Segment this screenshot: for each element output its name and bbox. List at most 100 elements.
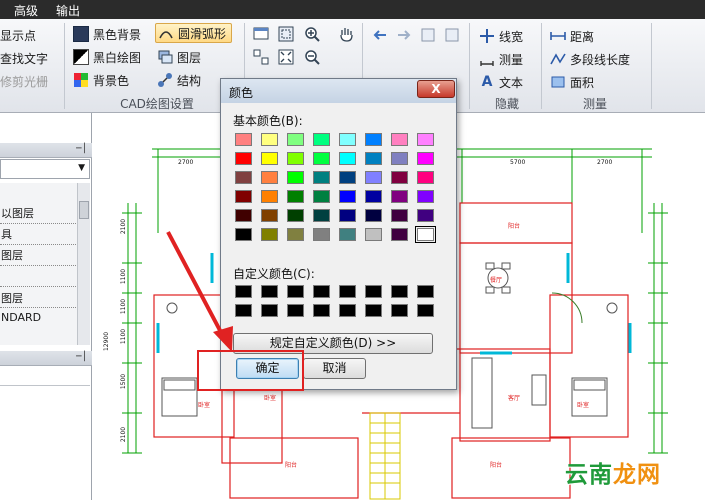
color-swatch[interactable]	[417, 190, 434, 203]
structure-button[interactable]: 结构	[157, 70, 201, 90]
color-swatch[interactable]	[261, 152, 278, 165]
list-item[interactable]: 图层	[0, 247, 76, 264]
color-swatch[interactable]	[391, 304, 408, 317]
list-item[interactable]: 具	[0, 226, 76, 243]
list-item[interactable]: NDARD	[0, 311, 76, 328]
color-swatch[interactable]	[417, 209, 434, 222]
pin-icon[interactable]: ─│	[76, 144, 87, 154]
color-swatch[interactable]	[313, 304, 330, 317]
color-swatch[interactable]	[287, 171, 304, 184]
color-swatch[interactable]	[313, 209, 330, 222]
color-swatch[interactable]	[339, 304, 356, 317]
scrollbar-thumb[interactable]	[79, 201, 89, 219]
forward-arrow-icon[interactable]	[396, 27, 412, 43]
color-swatch[interactable]	[339, 285, 356, 298]
layers-button[interactable]: 图层	[157, 47, 201, 67]
fit-view-icon[interactable]	[278, 49, 294, 65]
color-swatch[interactable]	[339, 133, 356, 146]
color-swatch[interactable]	[261, 133, 278, 146]
color-swatch[interactable]	[287, 152, 304, 165]
show-points-button[interactable]: 显示点	[0, 25, 36, 45]
color-swatch[interactable]	[415, 226, 436, 243]
pan-hand-icon[interactable]	[338, 26, 354, 42]
list-item[interactable]: 以图层	[0, 205, 76, 222]
color-swatch[interactable]	[313, 228, 330, 241]
pin-icon[interactable]: ─│	[76, 352, 87, 362]
color-swatch[interactable]	[287, 209, 304, 222]
color-swatch[interactable]	[261, 304, 278, 317]
color-swatch[interactable]	[287, 304, 304, 317]
area-button[interactable]: 面积	[550, 72, 594, 92]
color-swatch[interactable]	[261, 209, 278, 222]
undo-icon[interactable]	[420, 27, 436, 43]
color-swatch[interactable]	[391, 209, 408, 222]
smooth-arc-button[interactable]: 圆滑弧形	[155, 23, 233, 43]
color-swatch[interactable]	[365, 285, 382, 298]
color-swatch[interactable]	[339, 190, 356, 203]
layer-dropdown[interactable]: ▼	[0, 159, 90, 179]
color-swatch[interactable]	[339, 171, 356, 184]
color-swatch[interactable]	[235, 285, 252, 298]
color-swatch[interactable]	[287, 133, 304, 146]
color-swatch[interactable]	[417, 152, 434, 165]
color-swatch[interactable]	[313, 285, 330, 298]
color-swatch[interactable]	[313, 152, 330, 165]
background-color-button[interactable]: 背景色	[73, 70, 129, 90]
color-swatch[interactable]	[261, 228, 278, 241]
color-swatch[interactable]	[287, 190, 304, 203]
menu-output[interactable]: 输出	[56, 2, 80, 19]
color-swatch[interactable]	[235, 228, 252, 241]
cancel-button[interactable]: 取消	[303, 358, 366, 379]
color-swatch[interactable]	[287, 285, 304, 298]
scrollbar[interactable]	[77, 183, 90, 345]
find-text-button[interactable]: 查找文字	[0, 48, 48, 68]
color-swatch[interactable]	[261, 285, 278, 298]
color-swatch[interactable]	[417, 285, 434, 298]
color-swatch[interactable]	[391, 190, 408, 203]
color-swatch[interactable]	[417, 133, 434, 146]
layout-icon[interactable]	[253, 49, 269, 65]
color-swatch[interactable]	[365, 209, 382, 222]
color-swatch[interactable]	[391, 285, 408, 298]
color-swatch[interactable]	[313, 171, 330, 184]
color-swatch[interactable]	[235, 190, 252, 203]
color-swatch[interactable]	[365, 152, 382, 165]
color-swatch[interactable]	[235, 171, 252, 184]
black-background-button[interactable]: 黑色背景	[73, 24, 141, 44]
color-swatch[interactable]	[339, 152, 356, 165]
color-swatch[interactable]	[365, 133, 382, 146]
view-window-icon[interactable]	[253, 26, 269, 42]
color-swatch[interactable]	[235, 133, 252, 146]
zoom-window-icon[interactable]	[278, 26, 294, 42]
color-swatch[interactable]	[313, 190, 330, 203]
color-swatch[interactable]	[261, 190, 278, 203]
close-button[interactable]: X	[417, 80, 455, 98]
color-swatch[interactable]	[391, 152, 408, 165]
trim-raster-button[interactable]: 修剪光栅	[0, 71, 48, 91]
color-swatch[interactable]	[365, 190, 382, 203]
color-swatch[interactable]	[391, 228, 408, 241]
list-item[interactable]: 图层	[0, 290, 76, 307]
color-swatch[interactable]	[339, 228, 356, 241]
color-swatch[interactable]	[365, 228, 382, 241]
color-swatch[interactable]	[417, 171, 434, 184]
color-swatch[interactable]	[235, 304, 252, 317]
line-width-button[interactable]: 线宽	[479, 26, 523, 46]
color-swatch[interactable]	[417, 304, 434, 317]
redo-icon[interactable]	[444, 27, 460, 43]
color-swatch[interactable]	[365, 304, 382, 317]
polyline-length-button[interactable]: 多段线长度	[550, 49, 630, 69]
color-swatch[interactable]	[235, 209, 252, 222]
distance-button[interactable]: 距离	[550, 26, 594, 46]
zoom-out-icon[interactable]	[304, 49, 320, 65]
color-swatch[interactable]	[235, 152, 252, 165]
color-swatch[interactable]	[391, 171, 408, 184]
dialog-titlebar[interactable]: 颜色 X	[221, 79, 456, 103]
measure-button[interactable]: 测量	[479, 49, 523, 69]
color-swatch[interactable]	[261, 171, 278, 184]
color-swatch[interactable]	[339, 209, 356, 222]
color-swatch[interactable]	[391, 133, 408, 146]
color-swatch[interactable]	[365, 171, 382, 184]
bw-drawing-button[interactable]: 黑白绘图	[73, 47, 141, 67]
text-button[interactable]: A 文本	[479, 72, 523, 92]
